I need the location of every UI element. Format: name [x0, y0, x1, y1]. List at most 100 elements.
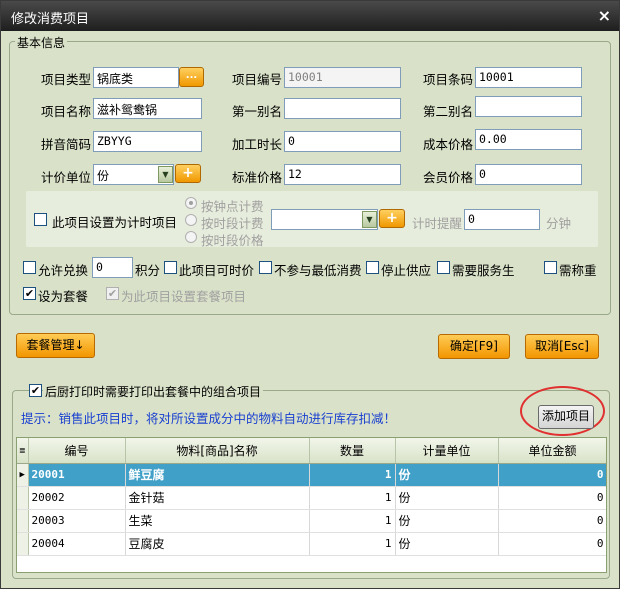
column-header-qty[interactable]: 数量	[309, 438, 396, 464]
need-weigh-checkbox[interactable]	[544, 261, 557, 274]
cell-qty[interactable]: 1	[309, 509, 396, 533]
table-row[interactable]: 20004 豆腐皮 1 份 0	[17, 532, 606, 556]
basic-info-label: 基本信息	[15, 34, 68, 51]
need-service-checkbox[interactable]	[437, 261, 450, 274]
table-row[interactable]: ▶ 20001 鲜豆腐 1 份 0	[17, 463, 606, 487]
unit-label: 计价单位	[41, 170, 92, 185]
ok-button[interactable]: 确定[F9]	[438, 334, 510, 359]
cell-name[interactable]: 金针菇	[125, 486, 310, 510]
package-management-button[interactable]: 套餐管理↓	[16, 333, 95, 358]
process-time-field[interactable]: 0	[284, 131, 401, 152]
category-field[interactable]: 锅底类	[93, 67, 179, 88]
column-header-code[interactable]: 编号	[28, 438, 126, 464]
radio-period-price-label[interactable]: 按时段价格	[201, 230, 264, 249]
points-label: 积分	[135, 263, 161, 278]
add-unit-button[interactable]: +	[175, 164, 201, 183]
cell-name[interactable]: 鲜豆腐	[125, 463, 310, 487]
cell-unit[interactable]: 份	[395, 509, 499, 533]
cost-price-label: 成本价格	[423, 137, 474, 152]
grid-menu-icon[interactable]: ≣	[17, 438, 29, 464]
row-indicator	[17, 509, 29, 533]
radio-period-billing[interactable]	[185, 214, 197, 226]
need-weigh-label[interactable]: 需称重	[559, 260, 597, 279]
cell-amount[interactable]: 0	[498, 509, 606, 533]
add-timer-button[interactable]: +	[379, 209, 405, 228]
set-package-checkbox[interactable]: ✔	[23, 287, 36, 300]
no-min-spend-checkbox[interactable]	[259, 261, 272, 274]
close-icon[interactable]: ×	[598, 6, 611, 25]
alias2-field[interactable]	[475, 96, 582, 117]
row-pointer-icon: ▶	[17, 463, 29, 487]
cancel-button[interactable]: 取消[Esc]	[525, 334, 599, 359]
hint-text: 提示：销售此项目时，将对所设置成分中的物料自动进行库存扣减！	[21, 411, 397, 426]
member-price-label: 会员价格	[423, 170, 474, 185]
reminder-label: 计时提醒	[412, 216, 463, 231]
set-package-items-checkbox: ✔	[106, 287, 119, 300]
item-name-field[interactable]: 滋补鸳鸯锅	[93, 98, 202, 119]
std-price-label: 标准价格	[232, 170, 283, 185]
set-package-label[interactable]: 设为套餐	[38, 286, 88, 305]
window-title: 修改消费项目	[11, 12, 90, 27]
pinyin-label: 拼音简码	[41, 137, 92, 152]
pinyin-field[interactable]: ZBYYG	[93, 131, 202, 152]
kitchen-print-label[interactable]: 后厨打印时需要打印出套餐中的组合项目	[43, 383, 264, 400]
stop-supply-checkbox[interactable]	[366, 261, 379, 274]
cell-qty[interactable]: 1	[309, 463, 396, 487]
set-package-items-label: 为此项目设置套餐项目	[121, 289, 247, 304]
table-row[interactable]: 20003 生菜 1 份 0	[17, 509, 606, 533]
need-service-label[interactable]: 需要服务生	[452, 260, 515, 279]
barcode-label: 项目条码	[423, 72, 474, 87]
item-code-field: 10001	[284, 67, 401, 88]
cell-amount[interactable]: 0	[498, 532, 606, 556]
alias1-field[interactable]	[284, 98, 401, 119]
cell-name[interactable]: 豆腐皮	[125, 532, 310, 556]
category-browse-button[interactable]: ...	[179, 67, 204, 87]
cell-name[interactable]: 生菜	[125, 509, 310, 533]
cell-unit[interactable]: 份	[395, 463, 499, 487]
category-label: 项目类型	[41, 72, 92, 87]
column-header-unit[interactable]: 计量单位	[395, 438, 499, 464]
timer-checkbox[interactable]	[34, 213, 47, 226]
cell-amount[interactable]: 0	[498, 486, 606, 510]
add-item-button[interactable]: 添加项目	[538, 405, 594, 429]
process-time-label: 加工时长	[232, 137, 283, 152]
timer-checkbox-label[interactable]: 此项目设置为计时项目	[52, 212, 177, 231]
grid-header-row: ≣ 编号 物料[商品]名称 数量 计量单位 单位金额	[17, 438, 606, 464]
cell-code[interactable]: 20001	[28, 463, 126, 487]
cell-unit[interactable]: 份	[395, 486, 499, 510]
item-name-label: 项目名称	[41, 104, 92, 119]
cell-amount[interactable]: 0	[498, 463, 606, 487]
table-row[interactable]: 20002 金针菇 1 份 0	[17, 486, 606, 510]
radio-clock-billing[interactable]	[185, 197, 197, 209]
member-price-field[interactable]: 0	[475, 164, 582, 185]
alias2-label: 第二别名	[423, 104, 474, 119]
points-field[interactable]: 0	[92, 257, 133, 278]
std-price-field[interactable]: 12	[284, 164, 401, 185]
chevron-down-icon[interactable]: ▼	[362, 211, 377, 228]
allow-exchange-label[interactable]: 允许兑换	[38, 260, 88, 279]
cell-code[interactable]: 20003	[28, 509, 126, 533]
cell-unit[interactable]: 份	[395, 532, 499, 556]
allow-exchange-checkbox[interactable]	[23, 261, 36, 274]
reminder-unit: 分钟	[546, 216, 572, 231]
column-header-name[interactable]: 物料[商品]名称	[125, 438, 310, 464]
chevron-down-icon[interactable]: ▼	[158, 166, 173, 183]
edit-item-dialog: 修改消费项目 × 基本信息 项目类型 锅底类 ... 项目编号 10001 项目…	[0, 0, 620, 589]
column-header-amount[interactable]: 单位金额	[498, 438, 606, 464]
stop-supply-label[interactable]: 停止供应	[381, 260, 431, 279]
kitchen-print-checkbox[interactable]: ✔	[29, 384, 42, 397]
market-price-label[interactable]: 此项目可时价	[179, 260, 254, 279]
market-price-checkbox[interactable]	[164, 261, 177, 274]
cell-code[interactable]: 20002	[28, 486, 126, 510]
row-indicator	[17, 486, 29, 510]
title-bar[interactable]: 修改消费项目 ×	[1, 1, 619, 31]
cell-code[interactable]: 20004	[28, 532, 126, 556]
cell-qty[interactable]: 1	[309, 532, 396, 556]
row-indicator	[17, 532, 29, 556]
cell-qty[interactable]: 1	[309, 486, 396, 510]
cost-price-field[interactable]: 0.00	[475, 129, 582, 150]
barcode-field[interactable]: 10001	[475, 67, 582, 88]
radio-period-price[interactable]	[185, 231, 197, 243]
reminder-field[interactable]: 0	[464, 209, 540, 230]
no-min-spend-label[interactable]: 不参与最低消费	[274, 260, 362, 279]
